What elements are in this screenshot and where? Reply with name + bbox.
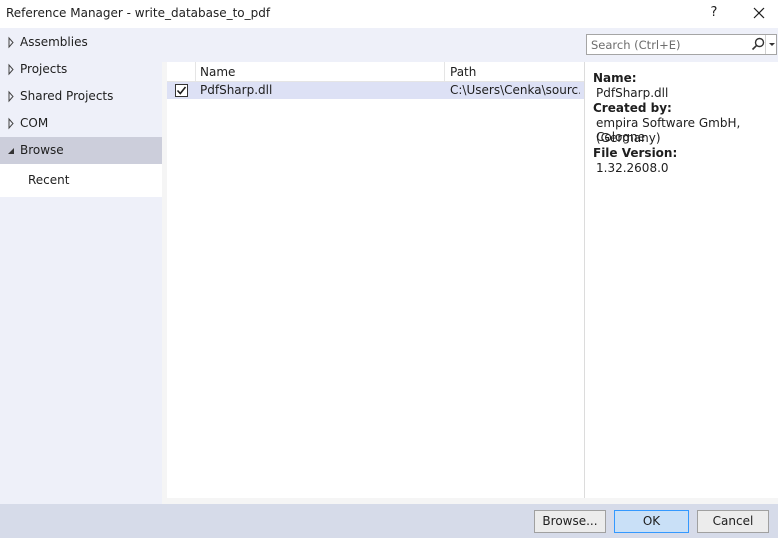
row-path: C:\Users\Cenka\sourc... bbox=[450, 83, 580, 97]
search-row bbox=[162, 28, 778, 62]
browse-button[interactable]: Browse... bbox=[534, 510, 606, 533]
title-bar: Reference Manager - write_database_to_pd… bbox=[0, 0, 778, 28]
table-row[interactable]: PdfSharp.dll C:\Users\Cenka\sourc... bbox=[167, 82, 584, 99]
row-name: PdfSharp.dll bbox=[200, 83, 273, 97]
search-box bbox=[586, 34, 777, 55]
left-nav: Assemblies Projects Shared Projects COM … bbox=[0, 28, 162, 504]
nav-item-shared-projects[interactable]: Shared Projects bbox=[0, 83, 162, 110]
nav-item-label: Projects bbox=[20, 62, 68, 76]
nav-item-label: Assemblies bbox=[20, 35, 88, 49]
created-by-value-line2: (Germany) bbox=[596, 131, 661, 145]
search-options-dropdown[interactable] bbox=[765, 35, 777, 54]
chevron-right-icon bbox=[8, 36, 14, 49]
nav-item-label: Browse bbox=[20, 143, 64, 157]
created-by-label: Created by: bbox=[593, 101, 672, 115]
column-header-name[interactable]: Name bbox=[196, 62, 445, 82]
nav-item-com[interactable]: COM bbox=[0, 110, 162, 137]
file-version-value: 1.32.2608.0 bbox=[596, 161, 669, 175]
close-button[interactable] bbox=[748, 3, 770, 23]
search-input[interactable] bbox=[587, 35, 749, 54]
window-title: Reference Manager - write_database_to_pd… bbox=[6, 6, 271, 20]
ok-button[interactable]: OK bbox=[614, 510, 689, 533]
cancel-button[interactable]: Cancel bbox=[697, 510, 769, 533]
row-checkbox[interactable] bbox=[175, 84, 188, 97]
button-bar: Browse... OK Cancel bbox=[0, 504, 778, 538]
name-label: Name: bbox=[593, 71, 637, 85]
file-version-label: File Version: bbox=[593, 146, 678, 160]
nav-item-label: COM bbox=[20, 116, 49, 130]
nav-subitem-label: Recent bbox=[28, 173, 70, 187]
chevron-right-icon bbox=[8, 63, 14, 76]
nav-subitem-recent[interactable]: Recent bbox=[0, 164, 162, 197]
reference-list: Name Path PdfSharp.dll C:\Users\Cenka\so… bbox=[167, 62, 584, 498]
search-icon[interactable] bbox=[750, 36, 766, 53]
column-header-path[interactable]: Path bbox=[445, 62, 584, 82]
checkmark-icon bbox=[176, 86, 187, 95]
nav-item-browse[interactable]: Browse bbox=[0, 137, 162, 164]
chevron-down-icon bbox=[8, 148, 14, 154]
chevron-right-icon bbox=[8, 117, 14, 130]
nav-item-label: Shared Projects bbox=[20, 89, 114, 103]
details-pane: Name: PdfSharp.dll Created by: empira So… bbox=[585, 62, 778, 498]
help-button[interactable]: ? bbox=[704, 3, 724, 23]
nav-item-projects[interactable]: Projects bbox=[0, 56, 162, 83]
close-icon bbox=[753, 7, 765, 19]
column-header-check bbox=[167, 62, 196, 82]
caret-down-icon bbox=[769, 43, 775, 46]
name-value: PdfSharp.dll bbox=[596, 86, 669, 100]
chevron-right-icon bbox=[8, 90, 14, 103]
nav-item-assemblies[interactable]: Assemblies bbox=[0, 29, 162, 56]
